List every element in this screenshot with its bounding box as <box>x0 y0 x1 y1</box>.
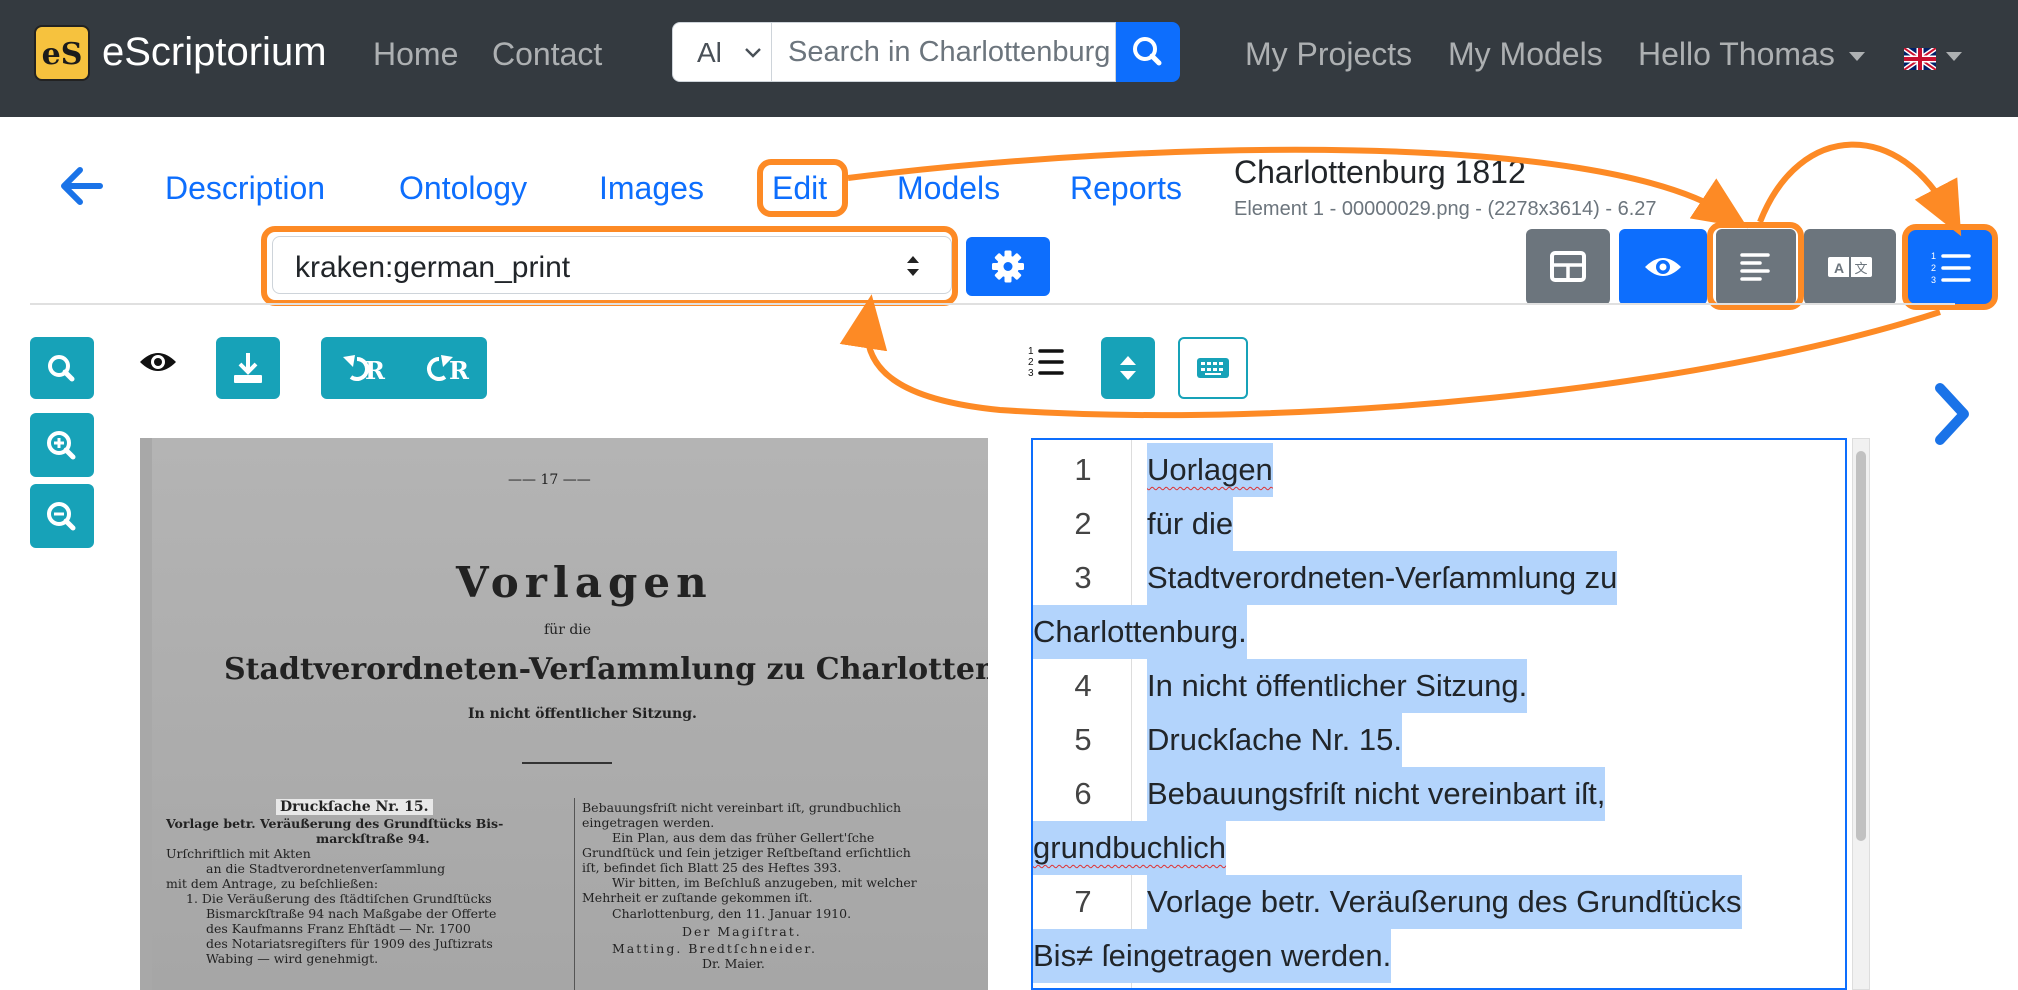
eye-icon <box>1645 258 1681 276</box>
user-menu-label: Hello Thomas <box>1638 36 1835 72</box>
document-title: Charlottenburg 1812 <box>1234 154 1526 190</box>
top-navbar: eS eScriptorium Home Contact Al Search i… <box>0 0 2018 117</box>
logo[interactable]: eS <box>34 25 90 81</box>
sort-lines-button[interactable] <box>1101 337 1155 399</box>
page-scan-image[interactable]: —— 17 —— Vorlagen für die Stadtverordnet… <box>140 438 988 990</box>
search-placeholder: Search in Charlottenburg <box>788 36 1111 68</box>
scrollbar-thumb[interactable] <box>1856 451 1866 841</box>
tab-ontology[interactable]: Ontology <box>399 170 527 207</box>
scan-left-column: Druckſache Nr. 15. Vorlage betr. Veräuße… <box>166 799 504 966</box>
brand-name[interactable]: eScriptorium <box>102 30 327 75</box>
toggle-translation-panel-button[interactable]: A 文 <box>1804 229 1896 305</box>
list-ol-icon[interactable]: 123 <box>1026 344 1066 380</box>
tab-models[interactable]: Models <box>897 170 1000 207</box>
gear-icon <box>992 250 1024 283</box>
search-icon <box>48 355 75 382</box>
transcription-editor[interactable]: 1 Uorlagen 2 für die 3 Stadtverordneten-… <box>1031 438 1847 990</box>
scan-page: —— 17 —— Vorlagen für die Stadtverordnet… <box>152 438 988 990</box>
svg-text:文: 文 <box>1854 262 1867 277</box>
zoom-out-button[interactable] <box>30 484 94 548</box>
sort-icon <box>1120 356 1136 380</box>
segmentation-button-highlight <box>1707 222 1804 310</box>
translate-icon: A 文 <box>1828 257 1872 277</box>
transcription-scrollbar[interactable] <box>1852 438 1870 990</box>
caret-down-icon <box>1848 52 1865 62</box>
svg-text:R: R <box>365 356 386 385</box>
redo-icon[interactable]: R <box>409 337 479 399</box>
keyboard-icon <box>1197 358 1229 378</box>
virtual-keyboard-button[interactable] <box>1178 337 1248 399</box>
search-scope-value: Al <box>697 37 722 68</box>
tab-reports[interactable]: Reports <box>1070 170 1182 207</box>
edit-tab-highlight <box>757 159 848 217</box>
zoom-out-icon <box>47 502 76 531</box>
zoom-in-icon <box>47 431 76 460</box>
eye-icon[interactable] <box>136 346 180 378</box>
model-settings-button[interactable] <box>966 237 1050 296</box>
tab-description[interactable]: Description <box>165 170 325 207</box>
model-select-highlight <box>261 226 958 306</box>
nav-my-projects[interactable]: My Projects <box>1245 36 1412 73</box>
document-subtitle: Element 1 - 00000029.png - (2278x3614) -… <box>1234 198 1657 220</box>
download-icon <box>234 353 262 383</box>
svg-text:3: 3 <box>1028 368 1034 379</box>
search-tool-button[interactable] <box>30 337 94 399</box>
scan-fuer-die: für die <box>544 622 592 638</box>
svg-text:1: 1 <box>1028 346 1034 357</box>
chevron-right-icon[interactable] <box>1930 382 1974 446</box>
scan-right-column: Bebauungsfriſt nicht vereinbart iſt, gru… <box>582 800 917 971</box>
table-icon <box>1550 251 1586 282</box>
svg-text:2: 2 <box>1028 357 1034 368</box>
undo-redo-group: R R <box>321 337 487 399</box>
toggle-image-panel-button[interactable] <box>1619 229 1707 305</box>
nav-contact[interactable]: Contact <box>492 36 602 73</box>
scan-subheading: Stadtverordneten-Verſammlung zu Charlott… <box>224 652 988 687</box>
undo-icon[interactable]: R <box>329 337 399 399</box>
search-input[interactable]: Search in Charlottenburg <box>771 22 1116 82</box>
scan-session: In nicht öffentlicher Sitzung. <box>468 706 697 722</box>
scan-page-number: —— 17 —— <box>508 472 591 488</box>
nav-home[interactable]: Home <box>373 36 458 73</box>
zoom-in-button[interactable] <box>30 413 94 477</box>
svg-text:A: A <box>1834 260 1844 276</box>
search-scope-select[interactable]: Al <box>672 22 772 82</box>
search-button[interactable] <box>1116 22 1180 82</box>
nav-my-models[interactable]: My Models <box>1448 36 1603 73</box>
chevron-down-icon <box>745 48 761 58</box>
transcription-button-highlight <box>1902 224 1998 310</box>
user-menu[interactable]: Hello Thomas <box>1638 36 1865 73</box>
language-caret-icon[interactable] <box>1946 52 1962 61</box>
uk-flag-icon[interactable] <box>1904 48 1936 70</box>
download-button[interactable] <box>216 337 280 399</box>
search-icon <box>1133 37 1162 66</box>
arrow-left-icon[interactable] <box>58 166 104 206</box>
tab-images[interactable]: Images <box>599 170 704 207</box>
scan-heading: Vorlagen <box>456 558 713 607</box>
toggle-source-panel-button[interactable] <box>1526 229 1610 305</box>
header-divider <box>30 303 1955 305</box>
scan-rule <box>522 762 612 764</box>
svg-text:R: R <box>449 356 470 385</box>
